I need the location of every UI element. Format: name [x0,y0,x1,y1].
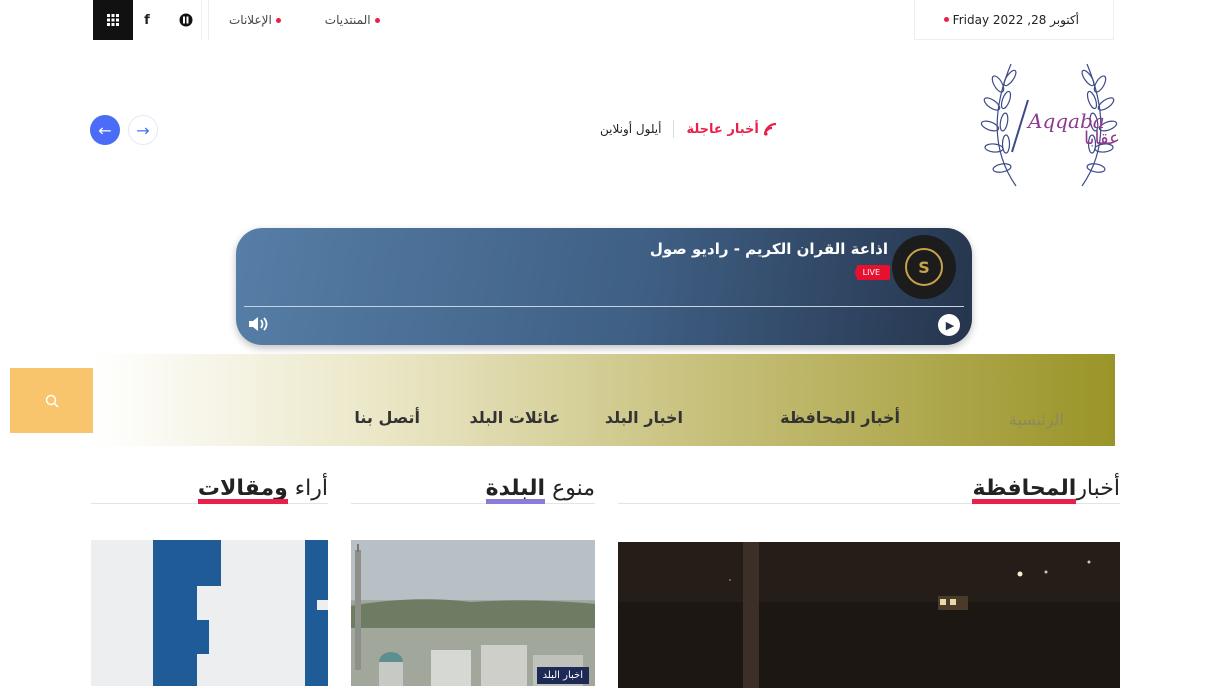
main-navigation [93,354,1115,446]
station-name: اذاعة القران الكريم - راديو صول [649,240,888,258]
breaking-item[interactable]: أيلول أونلاين [600,122,661,136]
date-display: Friday أكتوبر 28, 2022 [914,0,1114,40]
breaking-news-ticker: أخبار عاجلة أيلول أونلاين [600,113,779,145]
section-heading-light: أراء [294,476,328,501]
arrow-left-icon[interactable]: ← [90,115,120,145]
section-heading-governorate: أخبارالمحافظة [618,476,1120,504]
social-icon[interactable] [170,0,202,40]
bullet-icon [943,17,949,22]
play-icon[interactable]: ▶ [938,314,960,336]
heading-underline [197,499,288,504]
date-text: أكتوبر 28, 2022 [992,12,1079,27]
article-image-variety[interactable]: اخبار البلد [351,540,595,686]
live-badge: LIVE [854,265,890,280]
top-link-ads[interactable]: الإعلانات [208,0,305,40]
nav-item-contact[interactable]: أتصل بنا [354,408,420,427]
volume-icon[interactable] [248,316,270,337]
search-button[interactable] [10,368,93,433]
search-icon [45,394,59,408]
signal-icon [763,122,776,136]
bullet-icon [275,17,281,23]
heading-underline [485,499,546,504]
section-heading-light: أخبار [1076,476,1120,501]
logo-arabic: عقابا [1084,128,1120,149]
station-logo: S [905,248,943,286]
article-image-governorate[interactable] [618,542,1120,688]
section-heading-opinions: أراء ومقالات [91,476,328,504]
breaking-title: أخبار عاجلة [686,122,778,137]
arrow-right-icon[interactable]: → [128,115,158,145]
category-badge[interactable]: اخبار البلد [536,667,589,684]
breaking-separator [673,120,675,138]
section-heading-variety: منوع البلدة [351,476,595,504]
nav-item-governorate-news[interactable]: أخبار المحافظة [780,408,900,427]
nav-item-home[interactable]: الرئيسية [1009,410,1064,429]
section-heading-bold: المحافظة [972,476,1077,504]
site-logo[interactable]: Aqqaba عقابا [976,56,1122,194]
section-heading-bold: ومقالات [197,476,288,504]
section-heading-light: منوع [552,476,595,501]
nav-item-town-families[interactable]: عائلات البلد [469,408,560,427]
grid-menu-icon[interactable] [93,0,133,40]
article-image-opinions[interactable] [91,540,328,686]
nav-item-town-news[interactable]: اخبار البلد [605,408,683,427]
section-heading-bold: البلدة [485,476,546,504]
radio-player: S اذاعة القران الكريم - راديو صول LIVE ▶ [236,228,972,345]
bullet-icon [374,17,380,23]
top-link-forums[interactable]: المنتديات [305,0,404,40]
date-day: Friday [952,12,990,27]
heading-underline [972,499,1077,504]
top-links: المنتديات الإعلانات [208,0,404,40]
progress-bar[interactable] [244,306,964,307]
station-cover: S [892,235,956,299]
facebook-icon[interactable]: f [133,0,161,40]
